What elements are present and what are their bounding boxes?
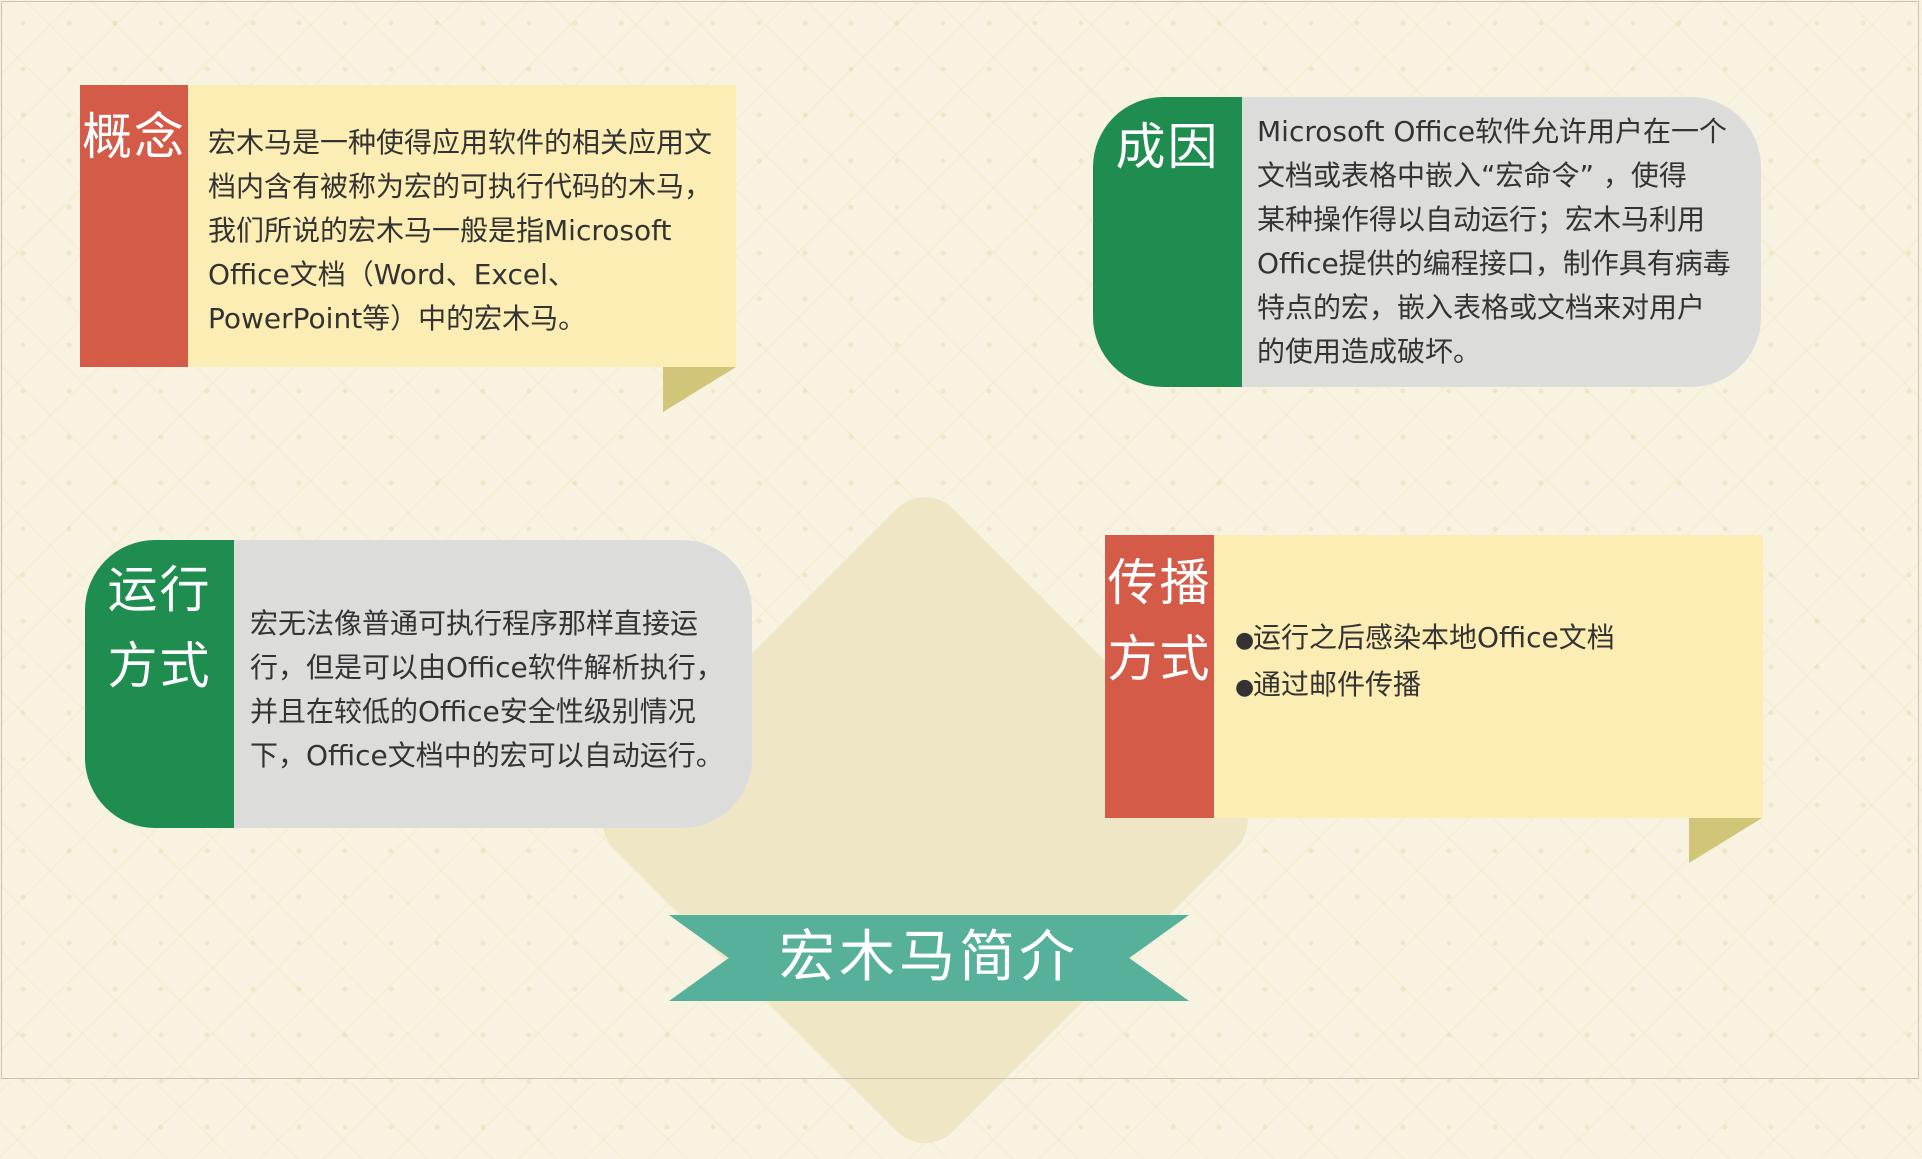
- operation-tag-label-2: 方式: [107, 637, 212, 695]
- operation-text: 宏无法像普通可执行程序那样直接运 行，但是可以由Office软件解析执行， 并且…: [250, 602, 750, 778]
- slide-title: 宏木马简介: [779, 925, 1079, 990]
- cause-tag: 成因: [1093, 109, 1242, 185]
- cause-line: 某种操作得以自动运行；宏木马利用: [1257, 203, 1706, 236]
- spread-bullets: ●运行之后感染本地Office文档 ●通过邮件传播: [1235, 616, 1735, 710]
- concept-tag: 概念: [80, 85, 188, 367]
- bullet-dot-icon: ●: [1235, 675, 1255, 700]
- concept-tag-label: 概念: [82, 108, 186, 166]
- cause-tag-label: 成因: [1115, 118, 1220, 176]
- operation-line: 宏无法像普通可执行程序那样直接运: [250, 607, 699, 640]
- spread-tag: 传播 方式: [1105, 535, 1214, 818]
- cause-line: 特点的宏，嵌入表格或文档来对用户: [1257, 291, 1706, 324]
- cause-text: Microsoft Office软件允许用户在一个 文档或表格中嵌入“宏命令” …: [1257, 110, 1757, 374]
- bullet-dot-icon: ●: [1235, 628, 1255, 653]
- operation-tag-label-1: 运行: [107, 561, 212, 619]
- spread-bullet-item: ●通过邮件传播: [1235, 663, 1735, 710]
- concept-line: PowerPoint等）中的宏木马。: [208, 302, 587, 335]
- spread-tag-label-2: 方式: [1107, 630, 1212, 688]
- concept-line: 档内含有被称为宏的可执行代码的木马，: [208, 170, 713, 203]
- concept-text: 宏木马是一种使得应用软件的相关应用文 档内含有被称为宏的可执行代码的木马， 我们…: [208, 121, 728, 341]
- cause-line: 文档或表格中嵌入“宏命令” ，使得: [1257, 159, 1687, 192]
- spread-tag-label-1: 传播: [1107, 554, 1212, 612]
- concept-line: 宏木马是一种使得应用软件的相关应用文: [208, 126, 713, 159]
- operation-line: 下，Office文档中的宏可以自动运行。: [250, 739, 724, 772]
- spread-bullet-item: ●运行之后感染本地Office文档: [1235, 616, 1735, 663]
- spread-bullet-text: 运行之后感染本地Office文档: [1253, 621, 1615, 654]
- operation-line: 并且在较低的Office安全性级别情况: [250, 695, 696, 728]
- operation-tag: 运行 方式: [85, 552, 234, 704]
- spread-panel-fold: [1689, 818, 1762, 863]
- cause-line: Microsoft Office软件允许用户在一个: [1257, 115, 1728, 148]
- concept-line: 我们所说的宏木马一般是指Microsoft: [208, 214, 672, 247]
- concept-panel-fold: [663, 367, 736, 412]
- cause-line: 的使用造成破坏。: [1257, 335, 1482, 368]
- concept-line: Office文档（Word、Excel、: [208, 258, 576, 291]
- cause-line: Office提供的编程接口，制作具有病毒: [1257, 247, 1731, 280]
- operation-line: 行，但是可以由Office软件解析执行，: [250, 651, 724, 684]
- spread-bullet-text: 通过邮件传播: [1253, 668, 1422, 701]
